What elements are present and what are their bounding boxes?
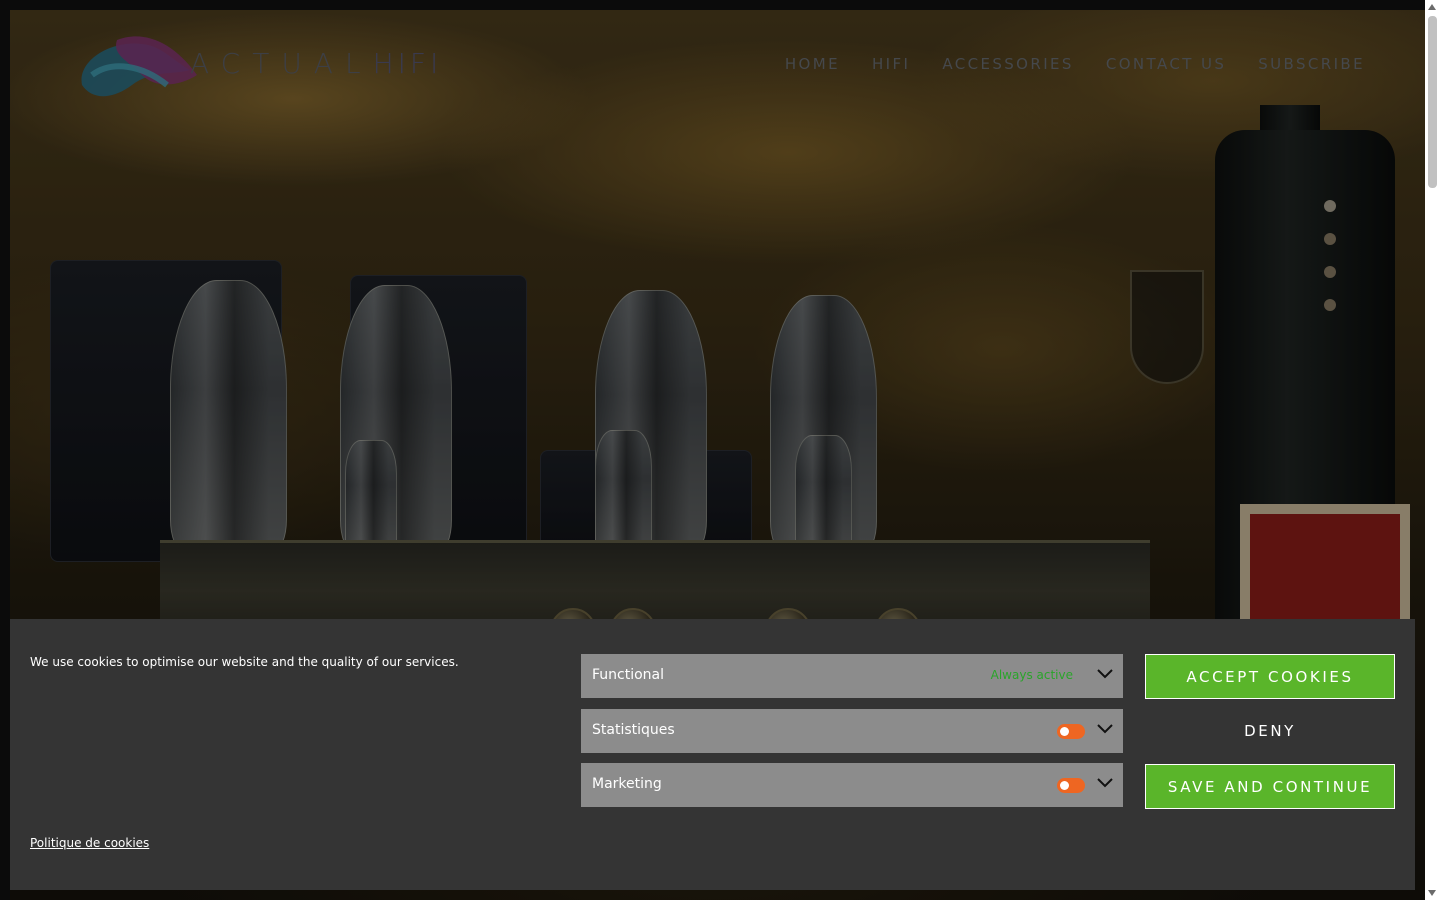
scrollbar-thumb[interactable] <box>1428 16 1437 188</box>
cookie-banner: We use cookies to optimise our website a… <box>10 619 1415 890</box>
chevron-down-icon[interactable] <box>1097 775 1113 791</box>
cookie-message: We use cookies to optimise our website a… <box>30 655 459 669</box>
page-scrollbar[interactable] <box>1425 0 1440 900</box>
scroll-down-icon[interactable] <box>1428 890 1436 896</box>
scroll-up-icon[interactable] <box>1428 4 1436 10</box>
nav-contact-us[interactable]: CONTACT US <box>1106 55 1226 73</box>
carousel-dot-3[interactable] <box>1324 266 1336 278</box>
category-label: Statistiques <box>592 722 675 738</box>
cookie-category-statistiques[interactable]: Statistiques <box>581 709 1123 753</box>
carousel-dot-4[interactable] <box>1324 299 1336 311</box>
category-label: Marketing <box>592 776 662 792</box>
toggle-knob <box>1060 727 1069 736</box>
save-and-continue-button[interactable]: SAVE AND CONTINUE <box>1145 764 1395 809</box>
always-active-label: Always active <box>990 668 1073 682</box>
chevron-down-icon[interactable] <box>1097 666 1113 682</box>
logo-wordmark: ACTUALHIFI <box>190 47 442 80</box>
marketing-toggle[interactable] <box>1057 778 1085 793</box>
nav-hifi[interactable]: HIFI <box>872 55 910 73</box>
chevron-down-icon[interactable] <box>1097 721 1113 737</box>
nav-home[interactable]: HOME <box>785 55 840 73</box>
nav-subscribe[interactable]: SUBSCRIBE <box>1258 55 1365 73</box>
accept-cookies-button[interactable]: ACCEPT COOKIES <box>1145 654 1395 699</box>
logo-text-hifi: HIFI <box>372 47 443 80</box>
cookie-category-marketing[interactable]: Marketing <box>581 763 1123 807</box>
carousel-dots <box>1324 200 1336 332</box>
carousel-dot-1[interactable] <box>1324 200 1336 212</box>
site-logo[interactable]: ACTUALHIFI <box>72 30 472 116</box>
cookie-category-functional[interactable]: Functional Always active <box>581 654 1123 698</box>
cookie-policy-link[interactable]: Politique de cookies <box>30 836 149 850</box>
category-label: Functional <box>592 667 665 683</box>
logo-brush-icon <box>81 36 197 97</box>
statistiques-toggle[interactable] <box>1057 724 1085 739</box>
nav-accessories[interactable]: ACCESSORIES <box>942 55 1074 73</box>
carousel-dot-2[interactable] <box>1324 233 1336 245</box>
deny-cookies-button[interactable]: DENY <box>1145 709 1395 754</box>
toggle-knob <box>1060 781 1069 790</box>
logo-text-actual: ACTUAL <box>190 47 373 80</box>
main-navigation: HOME HIFI ACCESSORIES CONTACT US SUBSCRI… <box>753 55 1365 73</box>
